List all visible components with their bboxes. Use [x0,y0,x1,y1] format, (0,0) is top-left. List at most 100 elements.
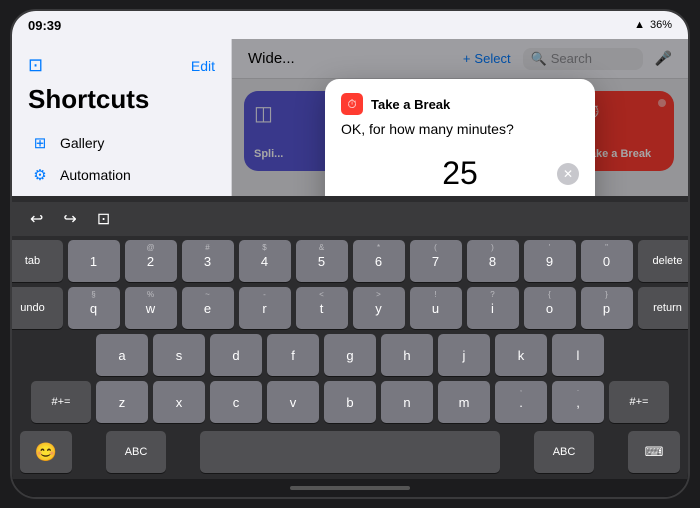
battery-icon: 36% [650,19,672,31]
key-e-sub: ~ [205,290,210,299]
key-m[interactable]: m [438,381,490,423]
tab-key[interactable]: tab [10,240,63,282]
shift-left-label: #+= [52,396,71,408]
home-bar [290,486,410,490]
keyboard-dismiss-key[interactable]: ⌨ [628,431,680,473]
status-icons: ▲ 36% [634,19,672,31]
key-6-main: 6 [375,254,382,269]
abc-right-label: ABC [553,446,576,458]
key-2-sub: @ [146,243,154,252]
alpha-row-3: #+= z x c v b n m , . . , #+= [16,381,684,423]
sidebar-item-gallery[interactable]: ⊞ Gallery [20,127,223,159]
shift-right-label: #+= [630,396,649,408]
dialog-app-name: Take a Break [371,97,450,112]
key-n-main: n [403,395,410,410]
key-5[interactable]: & 5 [296,240,348,282]
key-p[interactable]: } p [581,287,633,329]
return-key[interactable]: return [638,287,691,329]
key-t-sub: < [319,290,324,299]
key-w-main: w [146,301,155,316]
key-j-main: j [463,348,466,363]
key-l[interactable]: l [552,334,604,376]
key-4-sub: $ [262,243,266,252]
key-2[interactable]: @ 2 [125,240,177,282]
abc-left-key[interactable]: ABC [106,431,166,473]
key-6[interactable]: * 6 [353,240,405,282]
undo-key[interactable]: undo [10,287,63,329]
abc-left-label: ABC [125,446,148,458]
key-period-main: , [576,395,580,410]
key-5-main: 5 [318,254,325,269]
key-d-main: d [232,348,239,363]
key-f[interactable]: f [267,334,319,376]
key-j[interactable]: j [438,334,490,376]
key-comma[interactable]: , . [495,381,547,423]
key-q-main: q [90,301,97,316]
delete-key[interactable]: delete [638,240,691,282]
key-z[interactable]: z [96,381,148,423]
sidebar-collapse-icon[interactable]: ⊡ [28,55,43,76]
return-label: return [653,302,682,314]
key-h-main: h [403,348,410,363]
key-r-sub: - [263,290,266,299]
key-o-sub: { [548,290,551,299]
key-f-main: f [291,348,295,363]
paste-button[interactable]: ⊡ [91,207,116,231]
key-s[interactable]: s [153,334,205,376]
key-n[interactable]: n [381,381,433,423]
key-9[interactable]: ' 9 [524,240,576,282]
space-key[interactable] [200,431,500,473]
key-t[interactable]: < t [296,287,348,329]
key-3[interactable]: # 3 [182,240,234,282]
key-c-main: c [233,395,240,410]
key-i[interactable]: ? i [467,287,519,329]
sidebar-edit-button[interactable]: Edit [191,58,215,74]
key-o[interactable]: { o [524,287,576,329]
key-i-main: i [491,301,494,316]
key-w[interactable]: % w [125,287,177,329]
keyboard-dismiss-icon: ⌨ [645,444,664,460]
undo-button[interactable]: ↩ [24,207,49,231]
emoji-key[interactable]: 😊 [20,431,72,473]
key-8[interactable]: ) 8 [467,240,519,282]
key-h[interactable]: h [381,334,433,376]
key-y[interactable]: > y [353,287,405,329]
key-0[interactable]: " 0 [581,240,633,282]
sidebar-item-automation[interactable]: ⚙ Automation [20,159,223,191]
key-7-sub: ( [434,243,437,252]
key-u-sub: ! [434,290,436,299]
wifi-icon: ▲ [634,19,645,31]
shift-left-key[interactable]: #+= [31,381,91,423]
key-2-main: 2 [147,254,154,269]
dialog-icon-symbol: ⏱ [347,97,356,112]
key-7[interactable]: ( 7 [410,240,462,282]
key-period[interactable]: . , [552,381,604,423]
key-k[interactable]: k [495,334,547,376]
key-1[interactable]: 1 [68,240,120,282]
key-4[interactable]: $ 4 [239,240,291,282]
key-v-main: v [290,395,297,410]
key-g-main: g [346,348,353,363]
key-u[interactable]: ! u [410,287,462,329]
shift-right-key[interactable]: #+= [609,381,669,423]
key-g[interactable]: g [324,334,376,376]
main-content: ⊡ Edit Shortcuts ⊞ Gallery ⚙ Automation … [12,39,688,196]
key-b[interactable]: b [324,381,376,423]
redo-button[interactable]: ↪ [57,207,82,231]
key-a[interactable]: a [96,334,148,376]
key-q[interactable]: § q [68,287,120,329]
key-e[interactable]: ~ e [182,287,234,329]
dialog: ⏱ Take a Break OK, for how many minutes?… [325,79,595,196]
key-v[interactable]: v [267,381,319,423]
abc-right-key[interactable]: ABC [534,431,594,473]
dialog-app-icon: ⏱ [341,93,363,115]
key-d[interactable]: d [210,334,262,376]
key-r[interactable]: - r [239,287,291,329]
key-x[interactable]: x [153,381,205,423]
key-0-sub: " [605,243,608,252]
home-indicator [12,479,688,497]
key-c[interactable]: c [210,381,262,423]
sidebar-gallery-label: Gallery [60,135,213,151]
key-r-main: r [262,301,266,316]
dialog-clear-button[interactable]: ✕ [557,163,579,185]
